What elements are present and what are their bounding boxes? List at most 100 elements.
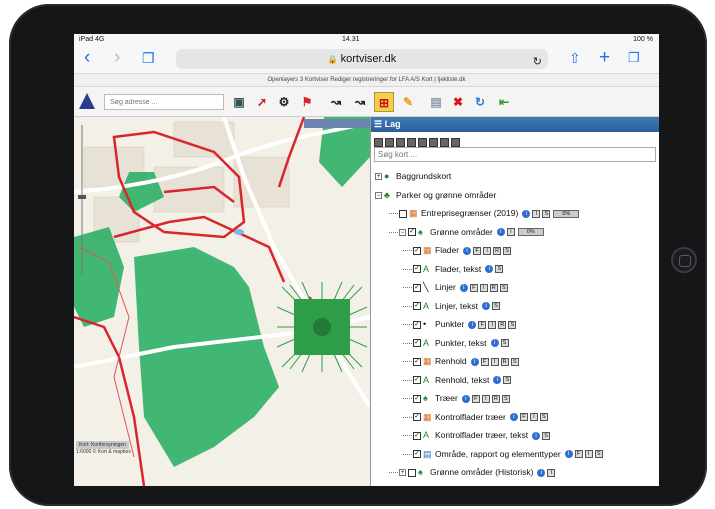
layers-tool-icon[interactable]: ▣ [229, 92, 249, 112]
panel-tool-button[interactable] [396, 138, 405, 147]
layer-action-button[interactable]: S [539, 413, 548, 422]
delete-icon[interactable]: ✖ [448, 92, 468, 112]
zoom-slider[interactable] [77, 125, 87, 275]
layer-action-button[interactable]: I [584, 450, 593, 459]
layer-action-button[interactable]: S [492, 302, 500, 311]
layer-action-button[interactable]: R [500, 357, 509, 366]
info-icon[interactable]: i [532, 431, 541, 440]
panel-tool-button[interactable] [374, 138, 383, 147]
tab-title[interactable]: Openlayers 3 Kortviser Rediger registrer… [74, 73, 659, 87]
layer-row[interactable]: − ♣ Parker og grønne områder [371, 186, 659, 205]
layer-row[interactable]: ✓ A Linjer, tekst i S [371, 297, 659, 316]
panel-tool-button[interactable] [451, 138, 460, 147]
select-tool-icon[interactable]: ⊞ [374, 92, 394, 112]
layer-checkbox[interactable]: ✓ [413, 376, 421, 385]
layer-action-button[interactable]: S [500, 339, 509, 348]
layer-action-button[interactable]: I [483, 246, 492, 255]
map-search-input[interactable] [374, 147, 656, 162]
info-icon[interactable]: i [496, 228, 505, 237]
layer-action-button[interactable]: R [498, 320, 507, 329]
info-icon[interactable]: i [468, 320, 477, 329]
layer-action-button[interactable]: S [501, 394, 510, 403]
expand-toggle[interactable]: + [399, 469, 406, 477]
map-view[interactable]: Kort: Kortforsyningen 1:6000 © Kort & ma… [74, 117, 370, 486]
panel-tool-button[interactable] [429, 138, 438, 147]
info-icon[interactable]: i [459, 283, 468, 292]
attribution-pill[interactable]: Kort: Kortforsyningen [76, 441, 129, 449]
layer-row[interactable]: ✓ ╲ Linjer i F I R S [371, 278, 659, 297]
layer-row[interactable]: ✓ ♠ Træer i F I R S [371, 389, 659, 408]
layer-row[interactable]: + ● Baggrundskort [371, 167, 659, 186]
layer-action-button[interactable]: F [473, 246, 482, 255]
layer-action-button[interactable]: I [488, 320, 497, 329]
layer-row[interactable]: ▦ Entreprisegrænser (2019) i I S 0% [371, 204, 659, 223]
layer-action-button[interactable]: S [503, 246, 512, 255]
back-icon[interactable]: ‹ [84, 48, 90, 68]
forward-icon[interactable]: › [114, 48, 120, 68]
layer-action-button[interactable]: I [547, 468, 556, 477]
layer-action-button[interactable]: S [542, 431, 551, 440]
layer-action-button[interactable]: F [480, 357, 489, 366]
map-navigation-bar[interactable] [304, 119, 370, 128]
refresh-icon[interactable]: ↻ [470, 92, 490, 112]
panel-tool-button[interactable] [440, 138, 449, 147]
info-icon[interactable]: i [482, 302, 490, 311]
info-icon[interactable]: i [470, 357, 479, 366]
tabs-icon[interactable]: ❐ [628, 48, 640, 68]
measure-area-icon[interactable]: ↝ [350, 92, 370, 112]
layer-action-button[interactable]: F [519, 413, 528, 422]
layer-row[interactable]: ✓ A Renhold, tekst i S [371, 371, 659, 390]
layer-action-button[interactable]: I [481, 394, 490, 403]
layer-row[interactable]: ✓ • Punkter i F I R S [371, 315, 659, 334]
layer-action-button[interactable]: F [471, 394, 480, 403]
layer-row[interactable]: ✓ ▤ Område, rapport og elementtyper i F I S [371, 445, 659, 464]
new-tab-icon[interactable]: + [599, 48, 610, 68]
expand-toggle[interactable]: − [399, 228, 406, 236]
info-icon[interactable]: i [463, 246, 472, 255]
info-icon[interactable]: i [485, 265, 494, 274]
gear-icon[interactable]: ⚙ [274, 92, 294, 112]
print-icon[interactable]: ▤ [426, 92, 446, 112]
panel-tool-button[interactable] [407, 138, 416, 147]
layer-action-button[interactable]: R [493, 246, 502, 255]
layer-action-button[interactable]: S [542, 209, 551, 218]
info-icon[interactable]: i [509, 413, 518, 422]
reload-icon[interactable]: ↻ [533, 52, 542, 72]
layer-action-button[interactable]: F [574, 450, 583, 459]
layer-checkbox[interactable] [399, 209, 407, 218]
bookmarks-icon[interactable]: ❐ [142, 48, 155, 68]
layer-action-button[interactable]: F [469, 283, 478, 292]
layer-row[interactable]: ✓ ▦ Flader i F I R S [371, 241, 659, 260]
layer-row[interactable]: ✓ A Kontrolflader træer, tekst i S [371, 426, 659, 445]
pointer-tool-icon[interactable]: ➚ [252, 92, 272, 112]
panel-tool-button[interactable] [418, 138, 427, 147]
layer-action-button[interactable]: S [495, 265, 504, 274]
info-icon[interactable]: i [522, 209, 531, 218]
panel-tool-button[interactable] [385, 138, 394, 147]
exit-icon[interactable]: ⇤ [494, 92, 514, 112]
layer-action-button[interactable]: I [506, 228, 515, 237]
layer-row[interactable]: + ♠ Grønne områder (Historisk) i I [371, 463, 659, 482]
layer-row[interactable]: ✓ A Punkter, tekst i S [371, 334, 659, 353]
layer-checkbox[interactable]: ✓ [413, 357, 421, 366]
layer-checkbox[interactable]: ✓ [413, 246, 421, 255]
layer-action-button[interactable]: S [594, 450, 603, 459]
layer-action-button[interactable]: S [499, 283, 508, 292]
layer-checkbox[interactable] [408, 468, 416, 477]
layer-row[interactable]: − ✓ ♠ Grønne områder i I 0% [371, 223, 659, 242]
layer-action-button[interactable]: I [532, 209, 541, 218]
layer-action-button[interactable]: I [529, 413, 538, 422]
layer-action-button[interactable]: R [489, 283, 498, 292]
opacity-slider[interactable]: 0% [517, 228, 544, 237]
layer-action-button[interactable]: I [479, 283, 488, 292]
address-search-input[interactable] [104, 94, 224, 110]
layer-row[interactable]: ✓ ▦ Kontrolflader træer i F I S [371, 408, 659, 427]
flag-icon[interactable]: ⚑ [297, 92, 317, 112]
layer-checkbox[interactable]: ✓ [408, 228, 416, 237]
layer-checkbox[interactable]: ✓ [413, 320, 421, 329]
layer-row[interactable]: ✓ ▦ Renhold i F I R S [371, 352, 659, 371]
layer-action-button[interactable]: F [478, 320, 487, 329]
measure-line-icon[interactable]: ↝ [326, 92, 346, 112]
layer-checkbox[interactable]: ✓ [413, 302, 421, 311]
layer-action-button[interactable]: S [510, 357, 519, 366]
